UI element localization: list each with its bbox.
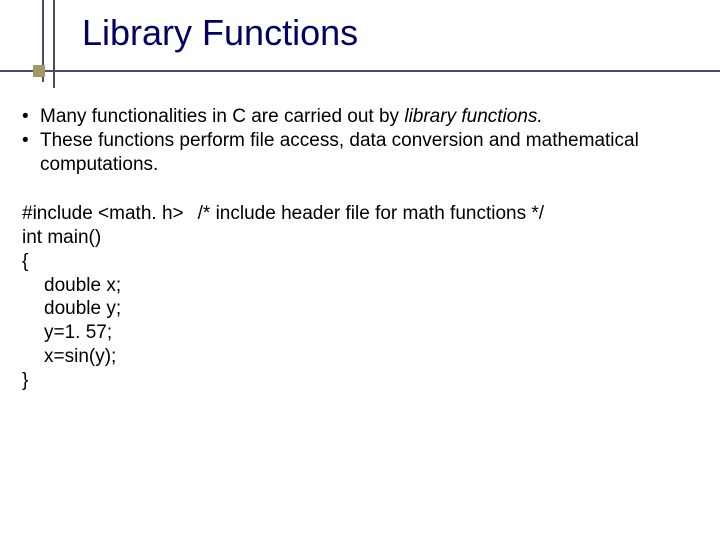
code-line: y=1. 57; (22, 321, 544, 345)
code-comment: /* include header file for math function… (198, 203, 544, 224)
code-block: #include <math. h> /* include header file… (22, 202, 694, 392)
bullet-text: Many functionalities in C are carried ou… (40, 105, 694, 129)
bullet-text: These functions perform file access, dat… (40, 129, 694, 177)
bullet-text-part: These functions perform file access, dat… (40, 130, 639, 175)
code-line: } (22, 369, 544, 393)
decor-hline (0, 70, 720, 72)
bullet-marker: • (22, 129, 40, 177)
slide-title: Library Functions (82, 12, 358, 54)
code-include: #include <math. h> (22, 203, 184, 224)
bullet-text-part: Many functionalities in C are carried ou… (40, 106, 404, 127)
code-line: { (22, 250, 544, 274)
decor-vline-2 (53, 0, 55, 88)
bullet-item: • Many functionalities in C are carried … (22, 105, 694, 129)
code-line: double y; (22, 297, 544, 321)
code-line: double x; (22, 274, 544, 298)
bullet-text-italic: library functions. (404, 106, 542, 127)
slide-content: • Many functionalities in C are carried … (0, 95, 720, 392)
decor-accent-box (33, 65, 45, 77)
bullet-item: • These functions perform file access, d… (22, 129, 694, 177)
code-line: #include <math. h> /* include header file… (22, 202, 544, 226)
code-line: int main() (22, 226, 544, 250)
bullet-marker: • (22, 105, 40, 129)
slide-header: Library Functions (0, 0, 720, 95)
code-line: x=sin(y); (22, 345, 544, 369)
